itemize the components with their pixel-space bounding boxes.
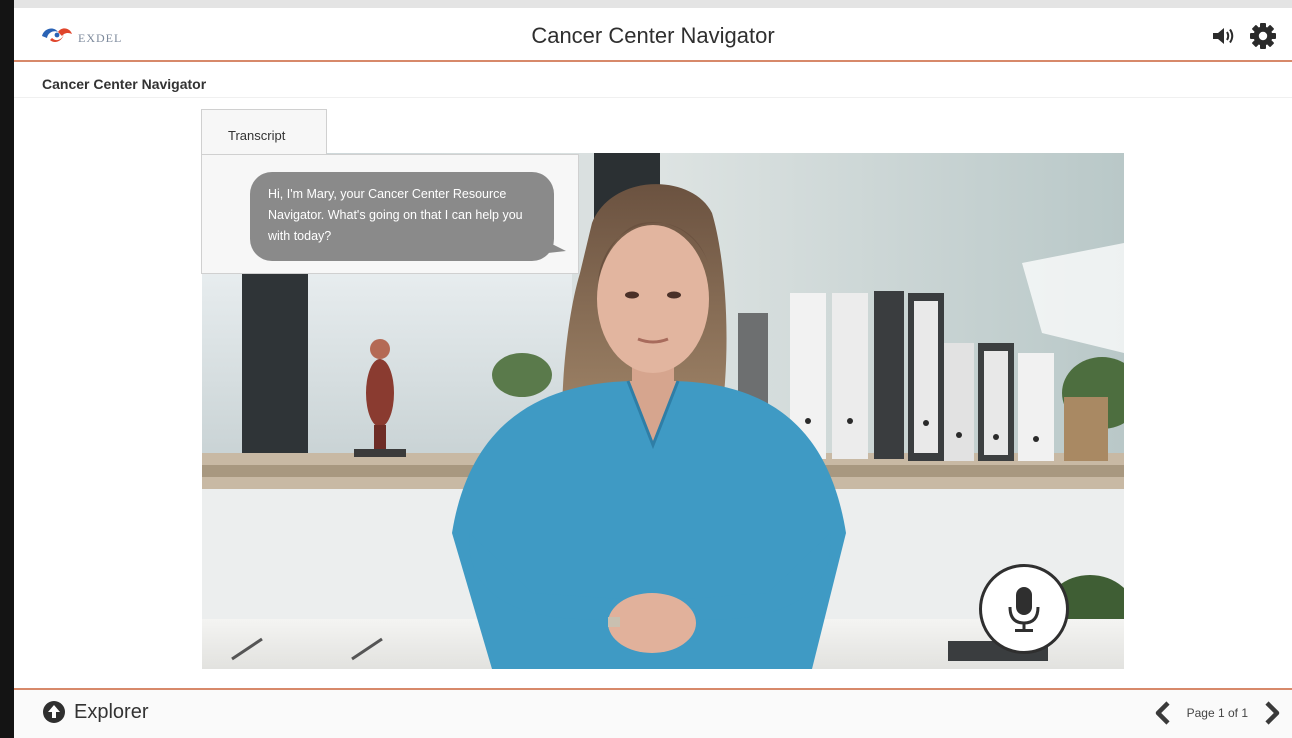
explorer-label: Explorer (74, 700, 149, 723)
page-indicator: Page 1 of 1 (1186, 706, 1248, 720)
app-title: Cancer Center Navigator (531, 23, 775, 48)
microphone-button[interactable] (979, 564, 1069, 654)
transcript-panel: Hi, I'm Mary, your Cancer Center Resourc… (201, 154, 579, 274)
app-header: EXDEL Cancer Center Navigator (14, 8, 1292, 62)
speech-bubble: Hi, I'm Mary, your Cancer Center Resourc… (250, 172, 566, 261)
pager: Page 1 of 1 (1153, 700, 1282, 726)
page-title: Cancer Center Navigator (42, 76, 207, 92)
window-top-edge (14, 0, 1292, 8)
chevron-right-icon (1265, 701, 1280, 725)
speaker-icon[interactable] (1210, 24, 1240, 48)
explorer-button[interactable]: Explorer (42, 700, 148, 724)
tab-transcript[interactable]: Transcript (201, 109, 327, 155)
footer-bar: Explorer Page 1 of 1 (14, 690, 1292, 738)
gear-icon[interactable] (1248, 21, 1278, 51)
up-arrow-circle-icon (43, 701, 65, 723)
title-divider (14, 97, 1292, 98)
header-controls (1210, 21, 1278, 51)
chevron-left-icon (1155, 701, 1170, 725)
microphone-icon (1008, 587, 1040, 632)
window-left-edge (0, 0, 14, 738)
prev-page-button[interactable] (1153, 700, 1173, 726)
next-page-button[interactable] (1262, 700, 1282, 726)
